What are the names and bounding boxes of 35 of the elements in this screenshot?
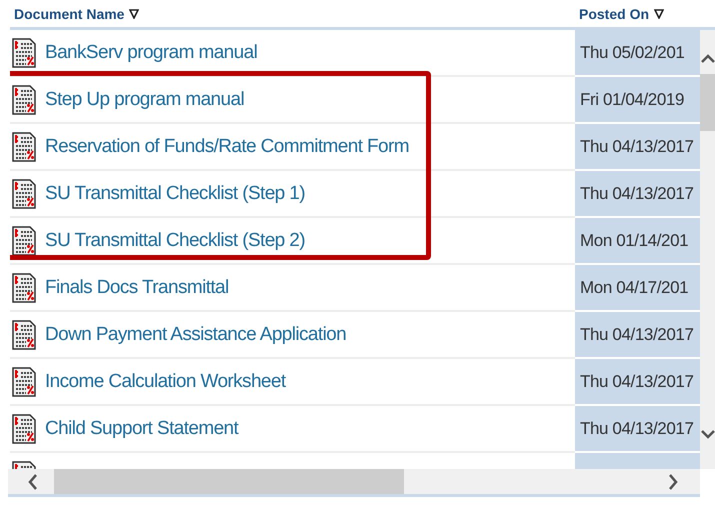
date-cell: Thu 04/13/2017 bbox=[575, 359, 700, 406]
document-link[interactable]: SU Transmittal Checklist (Step 1) bbox=[45, 182, 306, 204]
filter-icon[interactable] bbox=[654, 8, 664, 18]
date-cell: Thu 04/13/2017 bbox=[575, 406, 700, 453]
date-cell: Thu 04/13/2017 bbox=[575, 124, 700, 171]
date-cell: Thu 04/13/2017 bbox=[575, 312, 700, 359]
date-cell: Mon 01/14/201 bbox=[575, 218, 700, 265]
scrollbar-thumb[interactable] bbox=[700, 74, 715, 131]
document-link[interactable]: Child Support Statement bbox=[45, 418, 238, 440]
document-link[interactable]: Income Calculation Worksheet bbox=[45, 370, 286, 392]
date-cell: Mon 04/17/201 bbox=[575, 265, 700, 312]
document-link[interactable]: SU Transmittal Checklist (Step 2) bbox=[45, 230, 306, 252]
document-icon bbox=[12, 414, 36, 444]
date-cell: Thu 04/13/2017 bbox=[575, 171, 700, 218]
document-link[interactable]: Finals Docs Transmittal bbox=[45, 276, 229, 298]
document-icon bbox=[12, 226, 36, 256]
document-icon bbox=[12, 84, 36, 114]
date-cell: Thu 05/02/201 bbox=[575, 30, 700, 77]
document-icon bbox=[12, 132, 36, 162]
scrollbar-thumb[interactable] bbox=[54, 469, 404, 494]
document-icon bbox=[12, 178, 36, 208]
column-header[interactable]: Posted On bbox=[579, 6, 650, 22]
document-icon bbox=[12, 272, 36, 302]
document-link[interactable]: Step Up program manual bbox=[45, 88, 244, 110]
document-link[interactable]: Reservation of Funds/Rate Commitment Form bbox=[45, 136, 409, 158]
date-cell: Fri 01/04/2019 bbox=[575, 77, 700, 124]
vertical-scrollbar[interactable] bbox=[700, 30, 715, 469]
filter-icon[interactable] bbox=[129, 8, 140, 18]
document-link[interactable]: BankServ program manual bbox=[45, 42, 258, 64]
horizontal-scrollbar[interactable] bbox=[8, 469, 700, 497]
column-header[interactable]: Document Name bbox=[14, 6, 124, 22]
document-icon bbox=[12, 366, 36, 396]
document-link[interactable]: Down Payment Assistance Application bbox=[45, 324, 346, 346]
document-icon bbox=[12, 320, 36, 350]
document-icon bbox=[12, 38, 36, 68]
